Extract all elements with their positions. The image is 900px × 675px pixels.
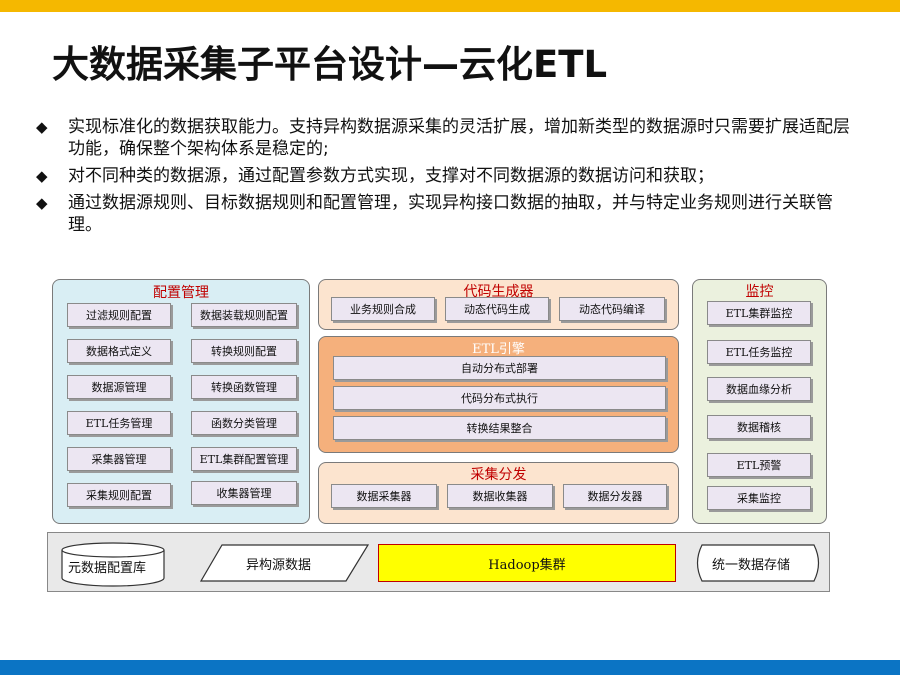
config-item: 收集器管理 — [191, 481, 297, 505]
bullet-item: ◆ 对不同种类的数据源，通过配置参数方式实现，支撑对不同数据源的数据访问和获取； — [36, 165, 866, 187]
slide-title: 大数据采集子平台设计—云化ETL — [52, 43, 608, 86]
collect-distribute-panel: 采集分发 数据采集器 数据收集器 数据分发器 — [318, 462, 679, 524]
bullet-text: 实现标准化的数据获取能力。支持异构数据源采集的灵活扩展，增加新类型的数据源时只需… — [68, 117, 850, 159]
hadoop-cluster-label: Hadoop集群 — [488, 557, 566, 573]
code-generator-panel: 代码生成器 业务规则合成 动态代码生成 动态代码编译 — [318, 279, 679, 330]
metadata-db-label: 元数据配置库 — [68, 561, 147, 576]
storage-layer: 元数据配置库 异构源数据 Hadoop集群 统一数据存储 — [47, 532, 830, 592]
unified-storage-label: 统一数据存储 — [712, 558, 791, 573]
monitor-item: 数据血缘分析 — [707, 377, 811, 401]
codegen-item: 动态代码生成 — [445, 297, 549, 321]
diamond-bullet-icon: ◆ — [36, 118, 48, 136]
bullet-item: ◆ 通过数据源规则、目标数据规则和配置管理，实现异构接口数据的抽取，并与特定业务规… — [36, 192, 866, 236]
config-item: 过滤规则配置 — [67, 303, 171, 327]
config-item: 数据源管理 — [67, 375, 171, 399]
config-panel-title: 配置管理 — [153, 285, 209, 301]
monitor-item: 采集监控 — [707, 486, 811, 510]
config-item: ETL集群配置管理 — [191, 447, 297, 471]
hetero-source-label: 异构源数据 — [246, 558, 312, 573]
engine-item: 自动分布式部署 — [333, 356, 666, 380]
config-item: 数据格式定义 — [67, 339, 171, 363]
collect-item: 数据分发器 — [563, 484, 667, 508]
collect-item: 数据采集器 — [331, 484, 437, 508]
engine-panel-title: ETL引擎 — [472, 342, 525, 357]
config-item: 函数分类管理 — [191, 411, 297, 435]
engine-item: 代码分布式执行 — [333, 386, 666, 410]
top-accent-bar — [0, 0, 900, 12]
bullet-item: ◆ 实现标准化的数据获取能力。支持异构数据源采集的灵活扩展，增加新类型的数据源时只… — [36, 116, 866, 160]
codegen-item: 动态代码编译 — [559, 297, 665, 321]
monitor-item: ETL任务监控 — [707, 340, 811, 364]
bottom-accent-bar — [0, 660, 900, 675]
config-management-panel: 配置管理 过滤规则配置 数据装载规则配置 数据格式定义 转换规则配置 数据源管理… — [52, 279, 310, 524]
collect-panel-title: 采集分发 — [470, 467, 527, 483]
diamond-bullet-icon: ◆ — [36, 167, 48, 185]
bullet-text: 通过数据源规则、目标数据规则和配置管理，实现异构接口数据的抽取，并与特定业务规则… — [68, 193, 833, 235]
config-item: ETL任务管理 — [67, 411, 171, 435]
monitor-item: ETL集群监控 — [707, 301, 811, 325]
etl-engine-panel: ETL引擎 自动分布式部署 代码分布式执行 转换结果整合 — [318, 336, 679, 453]
codegen-item: 业务规则合成 — [331, 297, 435, 321]
config-item: 数据装载规则配置 — [191, 303, 297, 327]
collect-item: 数据收集器 — [447, 484, 553, 508]
hadoop-cluster-box: Hadoop集群 — [378, 544, 676, 582]
monitoring-panel: 监控 ETL集群监控 ETL任务监控 数据血缘分析 数据稽核 ETL预警 采集监… — [692, 279, 827, 524]
bullet-text: 对不同种类的数据源，通过配置参数方式实现，支撑对不同数据源的数据访问和获取； — [68, 166, 714, 186]
config-item: 转换规则配置 — [191, 339, 297, 363]
config-item: 采集规则配置 — [67, 483, 171, 507]
monitor-panel-title: 监控 — [745, 284, 774, 300]
bullet-list: ◆ 实现标准化的数据获取能力。支持异构数据源采集的灵活扩展，增加新类型的数据源时只… — [36, 116, 866, 241]
config-item: 转换函数管理 — [191, 375, 297, 399]
engine-item: 转换结果整合 — [333, 416, 666, 440]
monitor-item: 数据稽核 — [707, 415, 811, 439]
diamond-bullet-icon: ◆ — [36, 194, 48, 212]
monitor-item: ETL预警 — [707, 453, 811, 477]
config-item: 采集器管理 — [67, 447, 171, 471]
